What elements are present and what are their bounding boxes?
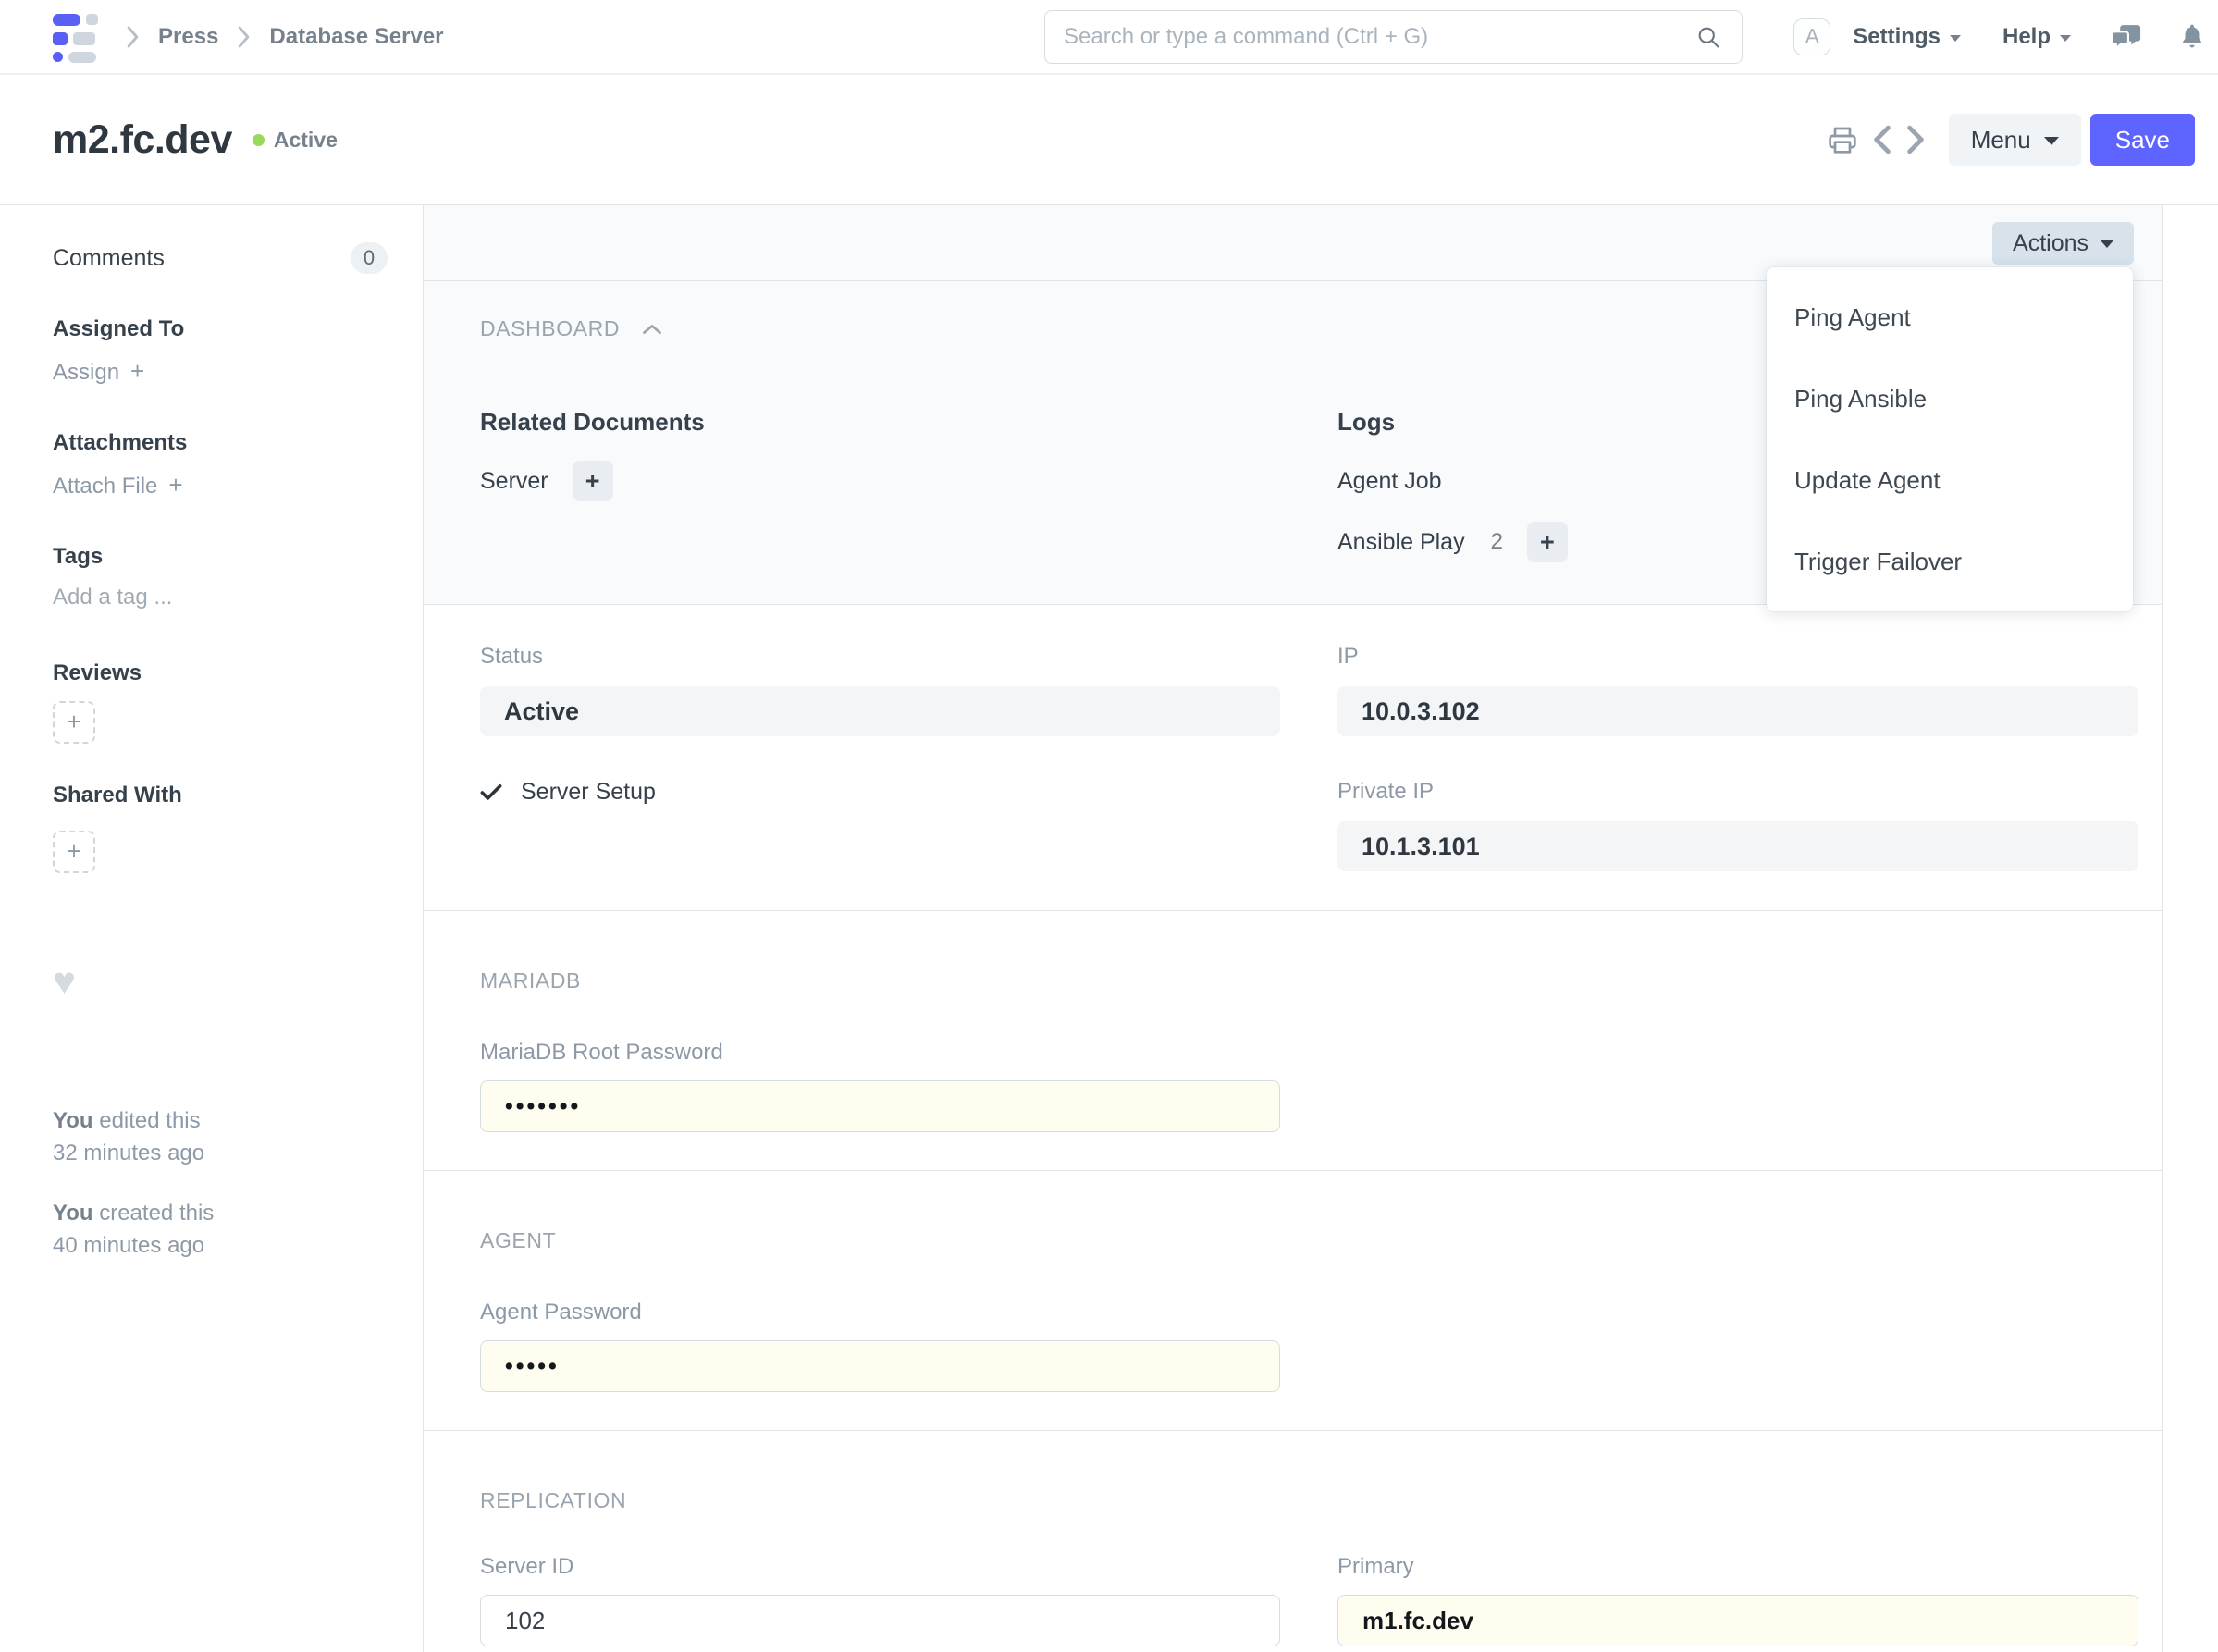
breadcrumb: Press Database Server <box>126 0 444 73</box>
plus-icon <box>168 473 182 499</box>
page-title: m2.fc.dev <box>53 117 232 162</box>
agent-section: AGENT Agent Password ••••• <box>424 1171 2162 1431</box>
status-dot-icon <box>252 133 265 146</box>
agent-job-link[interactable]: Agent Job <box>1337 468 1442 495</box>
chevron-down-icon <box>1949 34 1961 42</box>
replication-section: REPLICATION Server ID Primary m1.fc.dev <box>424 1431 2162 1652</box>
shared-with-heading: Shared With <box>53 783 182 808</box>
status-indicator-label: Active <box>273 127 338 152</box>
mariadb-heading: MARIADB <box>480 968 581 992</box>
attach-file-button[interactable]: Attach File <box>53 473 388 499</box>
comments-link[interactable]: Comments 0 <box>53 242 388 274</box>
modified-when: 32 minutes ago <box>53 1140 205 1165</box>
user-avatar[interactable]: A <box>1793 18 1831 55</box>
status-field-label: Status <box>480 644 544 669</box>
menu-item-update-agent[interactable]: Update Agent <box>1767 439 2133 521</box>
status-indicator: Active <box>252 127 338 153</box>
actions-dropdown-menu: Ping Agent Ping Ansible Update Agent Tri… <box>1767 267 2133 611</box>
agent-password-field[interactable]: ••••• <box>480 1340 1280 1392</box>
global-search <box>1044 10 1743 64</box>
chevron-right-icon <box>237 25 251 49</box>
created-by-info: You created this 40 minutes ago <box>53 1197 388 1262</box>
server-setup-label: Server Setup <box>521 779 656 805</box>
search-icon <box>1695 24 1721 50</box>
plus-icon <box>67 839 80 866</box>
ip-field-value[interactable]: 10.0.3.102 <box>1337 686 2138 736</box>
mariadb-root-password-field[interactable]: ••••••• <box>480 1080 1280 1132</box>
navbar: Press Database Server A Settings Help <box>0 0 2218 75</box>
replication-heading: REPLICATION <box>480 1488 627 1512</box>
logs-heading: Logs <box>1337 408 1396 436</box>
menu-button[interactable]: Menu <box>1948 114 2081 166</box>
add-review-button[interactable] <box>53 701 95 744</box>
dashboard-heading: DASHBOARD <box>480 316 621 340</box>
related-doc-server-row: Server <box>480 461 1337 501</box>
settings-menu[interactable]: Settings <box>1853 24 1961 50</box>
log-agent-job-row: Agent Job <box>1337 461 1568 501</box>
created-when: 40 minutes ago <box>53 1233 205 1258</box>
status-field-value[interactable]: Active <box>480 686 1280 736</box>
tags-heading: Tags <box>53 544 104 569</box>
form-sidebar: Comments 0 Assigned To Assign Attachment… <box>0 205 424 1652</box>
navbar-right: A Settings Help <box>1793 0 2205 73</box>
ip-field-label: IP <box>1337 644 1359 669</box>
server-link[interactable]: Server <box>480 468 548 495</box>
assign-button[interactable]: Assign <box>53 359 388 386</box>
modified-by-info: You edited this 32 minutes ago <box>53 1104 388 1169</box>
attachments-heading: Attachments <box>53 430 188 455</box>
mariadb-root-password-label: MariaDB Root Password <box>480 1040 723 1065</box>
next-document-icon[interactable] <box>1906 125 1925 154</box>
plus-icon <box>130 359 144 386</box>
ansible-play-link[interactable]: Ansible Play <box>1337 529 1465 556</box>
agent-heading: AGENT <box>480 1228 557 1252</box>
app-screen: Press Database Server A Settings Help <box>0 0 2218 1652</box>
ansible-play-count: 2 <box>1490 529 1503 554</box>
share-button[interactable] <box>53 831 95 873</box>
server-setup-checkbox[interactable]: Server Setup <box>480 779 1280 806</box>
comments-count-badge: 0 <box>351 242 388 274</box>
help-menu[interactable]: Help <box>2002 24 2071 50</box>
save-button[interactable]: Save <box>2089 114 2195 166</box>
add-ansible-play-button[interactable] <box>1526 522 1568 562</box>
server-id-input[interactable] <box>480 1595 1280 1646</box>
chevron-down-icon <box>2101 240 2113 248</box>
menu-item-ping-agent[interactable]: Ping Agent <box>1767 277 2133 358</box>
chevron-down-icon <box>2060 34 2071 42</box>
mariadb-section: MARIADB MariaDB Root Password ••••••• <box>424 911 2162 1171</box>
status-section: Status Active Server Setup IP 10.0.3.102… <box>424 605 2162 911</box>
primary-label: Primary <box>1337 1554 1414 1579</box>
search-input[interactable] <box>1045 24 1695 50</box>
like-heart-icon[interactable] <box>53 962 388 1001</box>
plus-icon <box>67 709 80 736</box>
help-label: Help <box>2002 23 2051 49</box>
menu-item-ping-ansible[interactable]: Ping Ansible <box>1767 358 2133 439</box>
chevron-up-icon[interactable] <box>642 323 662 336</box>
notifications-bell-icon[interactable] <box>2179 22 2205 52</box>
settings-label: Settings <box>1853 23 1941 49</box>
agent-password-label: Agent Password <box>480 1300 642 1325</box>
app-logo-icon[interactable] <box>53 8 105 68</box>
chevron-right-icon <box>126 25 140 49</box>
page-head: m2.fc.dev Active Menu Save <box>0 75 2218 205</box>
chat-icon[interactable] <box>2110 20 2144 53</box>
log-ansible-play-row: Ansible Play 2 <box>1337 522 1568 562</box>
breadcrumb-item-press[interactable]: Press <box>158 24 218 50</box>
form-layout: Actions Ping Agent Ping Ansible Update A… <box>424 205 2163 1652</box>
menu-item-trigger-failover[interactable]: Trigger Failover <box>1767 521 2133 602</box>
chevron-down-icon <box>2043 137 2059 145</box>
add-server-button[interactable] <box>572 461 613 501</box>
actions-button[interactable]: Actions <box>1992 222 2134 265</box>
previous-document-icon[interactable] <box>1873 125 1891 154</box>
private-ip-field-label: Private IP <box>1337 779 1435 804</box>
primary-field-value[interactable]: m1.fc.dev <box>1337 1595 2138 1646</box>
print-icon[interactable] <box>1827 125 1858 154</box>
check-icon <box>480 783 502 802</box>
breadcrumb-item-database-server[interactable]: Database Server <box>269 24 443 50</box>
assigned-to-heading: Assigned To <box>53 316 185 341</box>
private-ip-field-value[interactable]: 10.1.3.101 <box>1337 821 2138 871</box>
add-tag-input[interactable]: Add a tag ... <box>53 585 388 610</box>
server-id-label: Server ID <box>480 1554 574 1579</box>
related-documents-heading: Related Documents <box>480 408 705 436</box>
reviews-heading: Reviews <box>53 660 142 685</box>
